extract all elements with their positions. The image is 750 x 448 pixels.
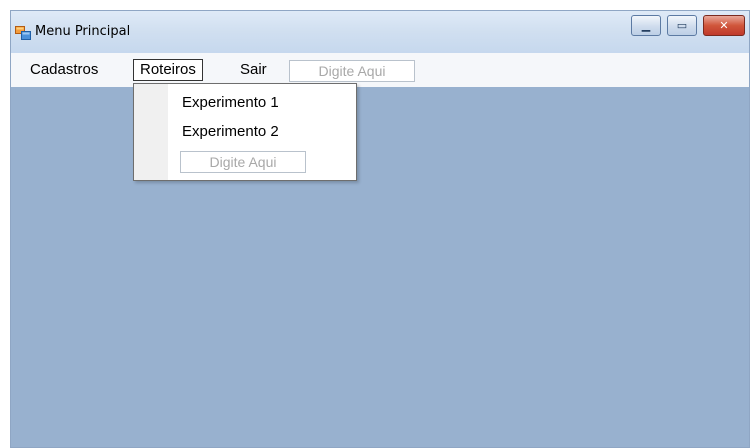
close-button[interactable]: ✕ xyxy=(703,15,745,36)
close-icon: ✕ xyxy=(719,19,729,32)
menu-item-experimento-2[interactable]: Experimento 2 xyxy=(182,122,279,142)
main-window: Menu Principal ▁ ▭ ✕ Cadastros Roteiros … xyxy=(10,10,750,448)
minimize-button[interactable]: ▁ xyxy=(631,15,661,36)
menu-type-here-input[interactable]: Digite Aqui xyxy=(289,60,415,82)
dropdown-image-margin xyxy=(134,84,168,180)
roteiros-dropdown-menu: Experimento 1 Experimento 2 Digite Aqui xyxy=(133,83,357,181)
menu-roteiros[interactable]: Roteiros xyxy=(133,59,203,81)
windows-form-icon[interactable] xyxy=(15,25,31,40)
maximize-button[interactable]: ▭ xyxy=(667,15,697,36)
form-client-area xyxy=(11,87,749,447)
title-bar[interactable]: Menu Principal ▁ ▭ ✕ xyxy=(11,11,749,53)
window-title: Menu Principal xyxy=(35,24,131,39)
dropdown-type-here-input[interactable]: Digite Aqui xyxy=(180,151,306,173)
minimize-icon: ▁ xyxy=(641,19,651,32)
maximize-icon: ▭ xyxy=(676,19,688,32)
menu-cadastros[interactable]: Cadastros xyxy=(23,59,105,81)
menu-sair[interactable]: Sair xyxy=(233,59,274,81)
menu-item-experimento-1[interactable]: Experimento 1 xyxy=(182,93,279,113)
menu-bar: Cadastros Roteiros Sair Digite Aqui xyxy=(11,53,749,87)
window-controls: ▁ ▭ ✕ xyxy=(631,15,745,37)
